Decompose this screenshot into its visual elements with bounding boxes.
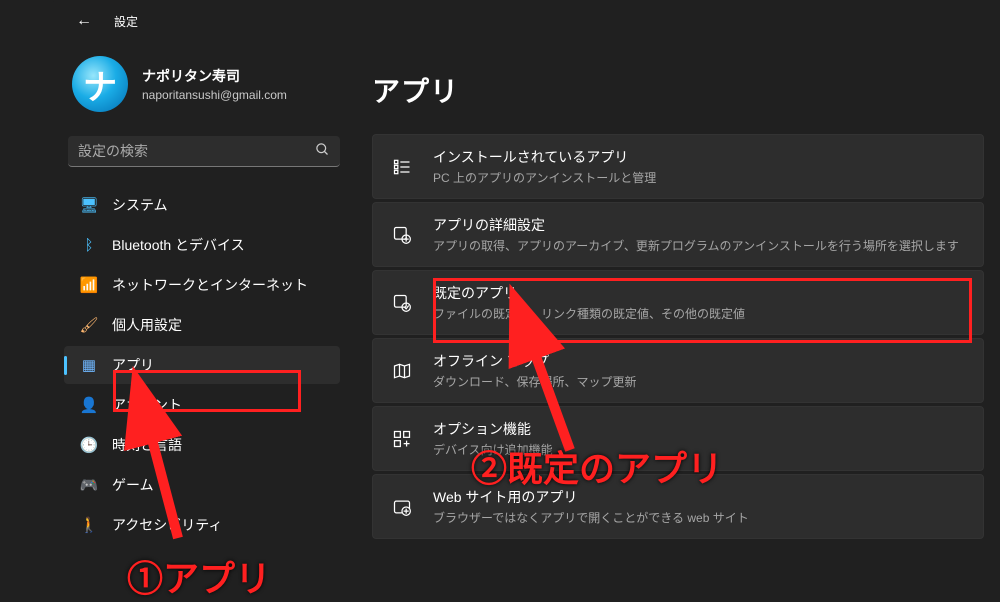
selection-indicator — [64, 356, 67, 375]
gamepad-icon: 🎮 — [80, 476, 98, 494]
page-title: アプリ — [372, 70, 984, 110]
card-1[interactable]: アプリの詳細設定アプリの取得、アプリのアーカイブ、更新プログラムのアンインストー… — [372, 202, 984, 267]
profile-name: ナポリタン寿司 — [142, 66, 287, 86]
sidebar-item-6[interactable]: 🕒 時刻と言語 — [64, 426, 340, 464]
sidebar-item-3[interactable]: 🖌 個人用設定 — [64, 306, 340, 344]
accessibility-icon: 🚶 — [80, 516, 98, 534]
sidebar-item-label: システム — [112, 195, 168, 215]
back-arrow-icon[interactable]: ← — [76, 12, 92, 30]
search-input[interactable] — [78, 143, 315, 159]
sidebar-item-label: ゲーム — [112, 475, 154, 495]
card-title: Web サイト用のアプリ — [433, 487, 749, 507]
card-5[interactable]: Web サイト用のアプリブラウザーではなくアプリで開くことができる web サイ… — [372, 474, 984, 539]
card-0[interactable]: インストールされているアプリ PC 上のアプリのアンインストールと管理 — [372, 134, 984, 199]
profile-block[interactable]: ナ ナポリタン寿司 naporitansushi@gmail.com — [64, 46, 350, 130]
sidebar-item-7[interactable]: 🎮 ゲーム — [64, 466, 340, 504]
window-title: 設定 — [114, 13, 138, 30]
card-text: オプション機能デバイス向け追加機能 — [433, 419, 553, 458]
sidebar-item-4[interactable]: ▦ アプリ — [64, 346, 340, 384]
sidebar: ナ ナポリタン寿司 naporitansushi@gmail.com 🖥 システム… — [50, 36, 350, 597]
default-app-icon — [391, 292, 413, 314]
card-text: インストールされているアプリ PC 上のアプリのアンインストールと管理 — [433, 147, 656, 186]
sidebar-item-label: 時刻と言語 — [112, 435, 182, 455]
web-app-icon — [391, 496, 413, 518]
sidebar-item-label: アカウント — [112, 395, 182, 415]
card-subtitle: ファイルの既定値、リンク種類の既定値、その他の既定値 — [433, 305, 745, 322]
card-title: オプション機能 — [433, 419, 553, 439]
apps-icon: ▦ — [80, 356, 98, 374]
avatar: ナ — [72, 56, 128, 112]
list-icon — [391, 156, 413, 178]
sidebar-item-2[interactable]: 📶 ネットワークとインターネット — [64, 266, 340, 304]
cards-list: インストールされているアプリ PC 上のアプリのアンインストールと管理アプリの詳細… — [372, 134, 984, 539]
sidebar-item-5[interactable]: 👤 アカウント — [64, 386, 340, 424]
card-subtitle: デバイス向け追加機能 — [433, 441, 553, 458]
sidebar-item-8[interactable]: 🚶 アクセシビリティ — [64, 506, 340, 544]
card-text: Web サイト用のアプリブラウザーではなくアプリで開くことができる web サイ… — [433, 487, 749, 526]
card-subtitle: ダウンロード、保存場所、マップ更新 — [433, 373, 637, 390]
profile-email: naporitansushi@gmail.com — [142, 88, 287, 102]
card-3[interactable]: オフライン マップダウンロード、保存場所、マップ更新 — [372, 338, 984, 403]
sidebar-item-label: アクセシビリティ — [112, 515, 222, 535]
card-text: オフライン マップダウンロード、保存場所、マップ更新 — [433, 351, 637, 390]
sidebar-item-label: ネットワークとインターネット — [112, 275, 308, 295]
profile-text: ナポリタン寿司 naporitansushi@gmail.com — [142, 66, 287, 102]
card-4[interactable]: オプション機能デバイス向け追加機能 — [372, 406, 984, 471]
sidebar-list: 🖥 システム ᛒ Bluetooth とデバイス 📶 ネットワークとインターネット 🖌 個人用… — [64, 185, 350, 545]
sidebar-item-1[interactable]: ᛒ Bluetooth とデバイス — [64, 226, 340, 264]
card-title: オフライン マップ — [433, 351, 637, 371]
settings-window: ← 設定 ナ ナポリタン寿司 naporitansushi@gmail.com … — [50, 0, 1000, 597]
bluetooth-icon: ᛒ — [80, 236, 98, 254]
gear-app-icon — [391, 224, 413, 246]
clock-icon: 🕒 — [80, 436, 98, 454]
card-text: 既定のアプリファイルの既定値、リンク種類の既定値、その他の既定値 — [433, 283, 745, 322]
card-title: 既定のアプリ — [433, 283, 745, 303]
card-text: アプリの詳細設定アプリの取得、アプリのアーカイブ、更新プログラムのアンインストー… — [433, 215, 959, 254]
titlebar: ← 設定 — [50, 0, 1000, 36]
display-icon: 🖥 — [80, 196, 98, 214]
card-title: アプリの詳細設定 — [433, 215, 959, 235]
search-icon — [315, 142, 330, 160]
card-title: インストールされているアプリ — [433, 147, 656, 167]
search-field[interactable] — [68, 136, 340, 167]
sidebar-item-label: Bluetooth とデバイス — [112, 235, 245, 255]
card-subtitle: PC 上のアプリのアンインストールと管理 — [433, 169, 656, 186]
sidebar-item-label: 個人用設定 — [112, 315, 182, 335]
wifi-icon: 📶 — [80, 276, 98, 294]
account-icon: 👤 — [80, 396, 98, 414]
map-icon — [391, 360, 413, 382]
brush-icon: 🖌 — [80, 316, 98, 334]
card-2[interactable]: 既定のアプリファイルの既定値、リンク種類の既定値、その他の既定値 — [372, 270, 984, 335]
card-subtitle: アプリの取得、アプリのアーカイブ、更新プログラムのアンインストールを行う場所を選… — [433, 237, 959, 254]
card-subtitle: ブラウザーではなくアプリで開くことができる web サイト — [433, 509, 749, 526]
feature-icon — [391, 428, 413, 450]
body-area: ナ ナポリタン寿司 naporitansushi@gmail.com 🖥 システム… — [50, 36, 1000, 597]
main-content: アプリ インストールされているアプリ PC 上のアプリのアンインストールと管理アプ… — [350, 36, 1000, 597]
sidebar-item-0[interactable]: 🖥 システム — [64, 186, 340, 224]
sidebar-item-label: アプリ — [112, 355, 154, 375]
